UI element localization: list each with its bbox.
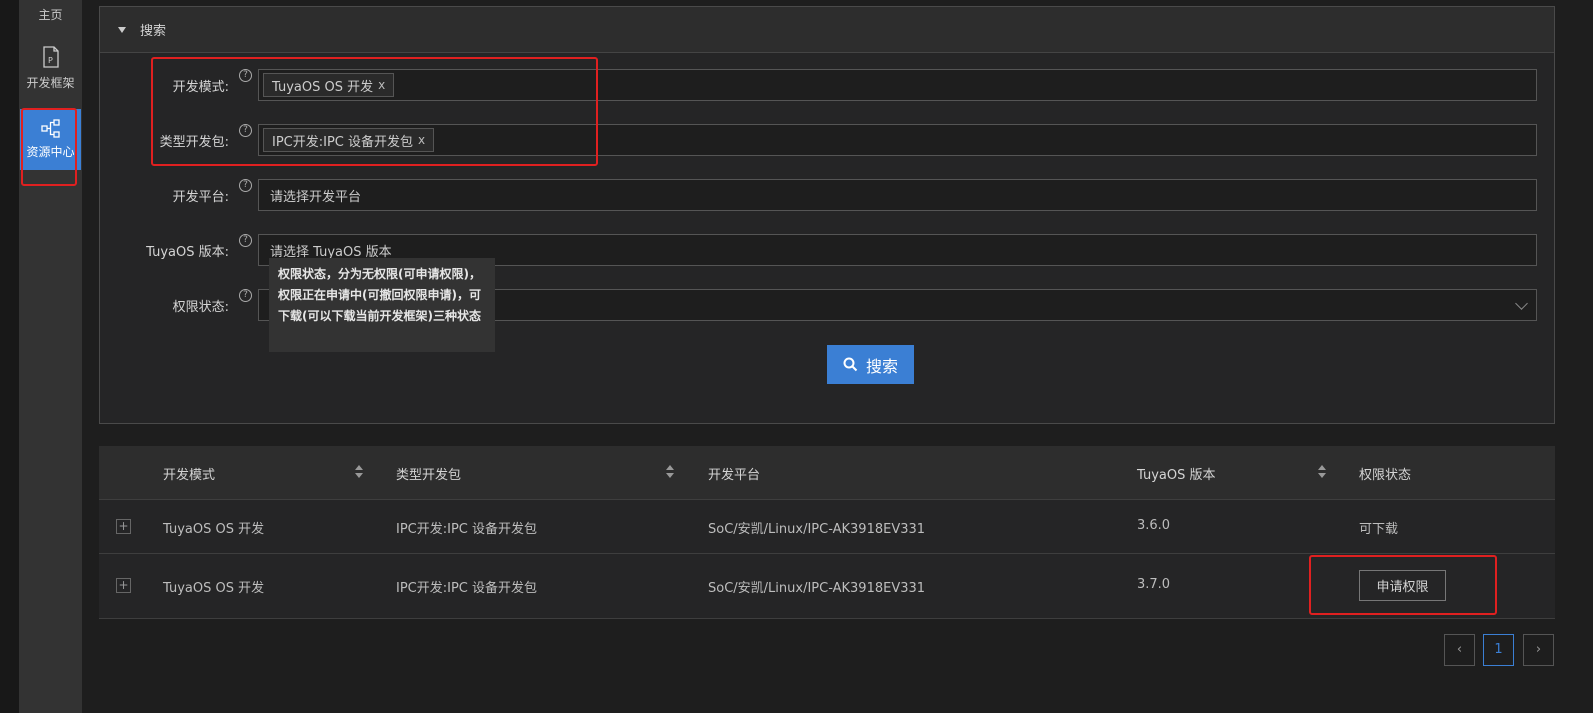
left-edge bbox=[0, 0, 19, 713]
form-label: 权限状态: bbox=[172, 300, 229, 315]
form-label: TuyaOS 版本: bbox=[146, 245, 229, 260]
sidebar-item-label: 开发框架 bbox=[26, 76, 75, 90]
version-placeholder: 请选择 TuyaOS 版本 bbox=[270, 244, 392, 260]
expand-row-icon[interactable]: + bbox=[116, 578, 131, 593]
sidebar-item-home[interactable]: 主页 bbox=[19, 6, 82, 23]
cell-package: IPC开发:IPC 设备开发包 bbox=[396, 581, 538, 596]
cell-version: 3.6.0 bbox=[1137, 518, 1171, 533]
form-label: 开发平台: bbox=[172, 190, 229, 205]
help-icon[interactable]: ? bbox=[239, 289, 252, 302]
form-row-platform: 开发平台: ? 请选择开发平台 bbox=[100, 179, 1556, 211]
search-icon bbox=[843, 357, 858, 372]
platform-select[interactable]: 请选择开发平台 bbox=[258, 179, 1537, 211]
sidebar: 主页 P 开发框架 资源中心 bbox=[19, 0, 82, 713]
sort-icon[interactable] bbox=[355, 465, 363, 478]
annotation-box-filters bbox=[151, 57, 598, 166]
cell-platform: SoC/安凯/Linux/IPC-AK3918EV331 bbox=[708, 581, 926, 596]
column-header-platform: 开发平台 bbox=[708, 468, 761, 483]
document-icon: P bbox=[42, 46, 59, 68]
pagination-prev-button[interactable]: ‹ bbox=[1444, 634, 1475, 666]
column-header-status: 权限状态 bbox=[1359, 468, 1412, 483]
search-panel-title: 搜索 bbox=[140, 24, 167, 39]
caret-down-icon bbox=[118, 26, 126, 33]
column-header-mode[interactable]: 开发模式 bbox=[163, 464, 215, 483]
table-row: + TuyaOS OS 开发 IPC开发:IPC 设备开发包 SoC/安凯/Li… bbox=[99, 500, 1555, 554]
cell-status: 可下载 bbox=[1359, 522, 1399, 537]
pagination-next-button[interactable]: › bbox=[1523, 634, 1554, 666]
cell-mode: TuyaOS OS 开发 bbox=[163, 522, 265, 537]
expand-row-icon[interactable]: + bbox=[116, 519, 131, 534]
sidebar-item-label: 主页 bbox=[38, 8, 63, 22]
annotation-box-sidebar bbox=[21, 108, 77, 186]
search-button[interactable]: 搜索 bbox=[827, 345, 914, 384]
cell-mode: TuyaOS OS 开发 bbox=[163, 581, 265, 596]
search-button-label: 搜索 bbox=[865, 358, 898, 376]
help-icon[interactable]: ? bbox=[239, 179, 252, 192]
cell-platform: SoC/安凯/Linux/IPC-AK3918EV331 bbox=[708, 522, 926, 537]
platform-placeholder: 请选择开发平台 bbox=[270, 189, 362, 205]
chevron-down-icon bbox=[1515, 297, 1528, 310]
sidebar-item-framework[interactable]: P 开发框架 bbox=[19, 46, 82, 98]
annotation-box-apply bbox=[1309, 555, 1497, 615]
search-panel-header[interactable]: 搜索 bbox=[100, 7, 1554, 53]
table-header: 开发模式 类型开发包 开发平台 TuyaOS 版本 权限状态 bbox=[99, 446, 1555, 500]
sort-icon[interactable] bbox=[666, 465, 674, 478]
pagination-page-1[interactable]: 1 bbox=[1483, 634, 1514, 666]
cell-package: IPC开发:IPC 设备开发包 bbox=[396, 522, 538, 537]
cell-version: 3.7.0 bbox=[1137, 577, 1171, 592]
sort-icon[interactable] bbox=[1318, 465, 1326, 478]
column-header-package[interactable]: 类型开发包 bbox=[396, 464, 461, 483]
column-header-version[interactable]: TuyaOS 版本 bbox=[1137, 464, 1215, 483]
permission-tooltip: 权限状态，分为无权限(可申请权限)，权限正在申请中(可撤回权限申请)，可下载(可… bbox=[269, 258, 495, 352]
help-icon[interactable]: ? bbox=[239, 234, 252, 247]
svg-text:P: P bbox=[48, 56, 53, 65]
